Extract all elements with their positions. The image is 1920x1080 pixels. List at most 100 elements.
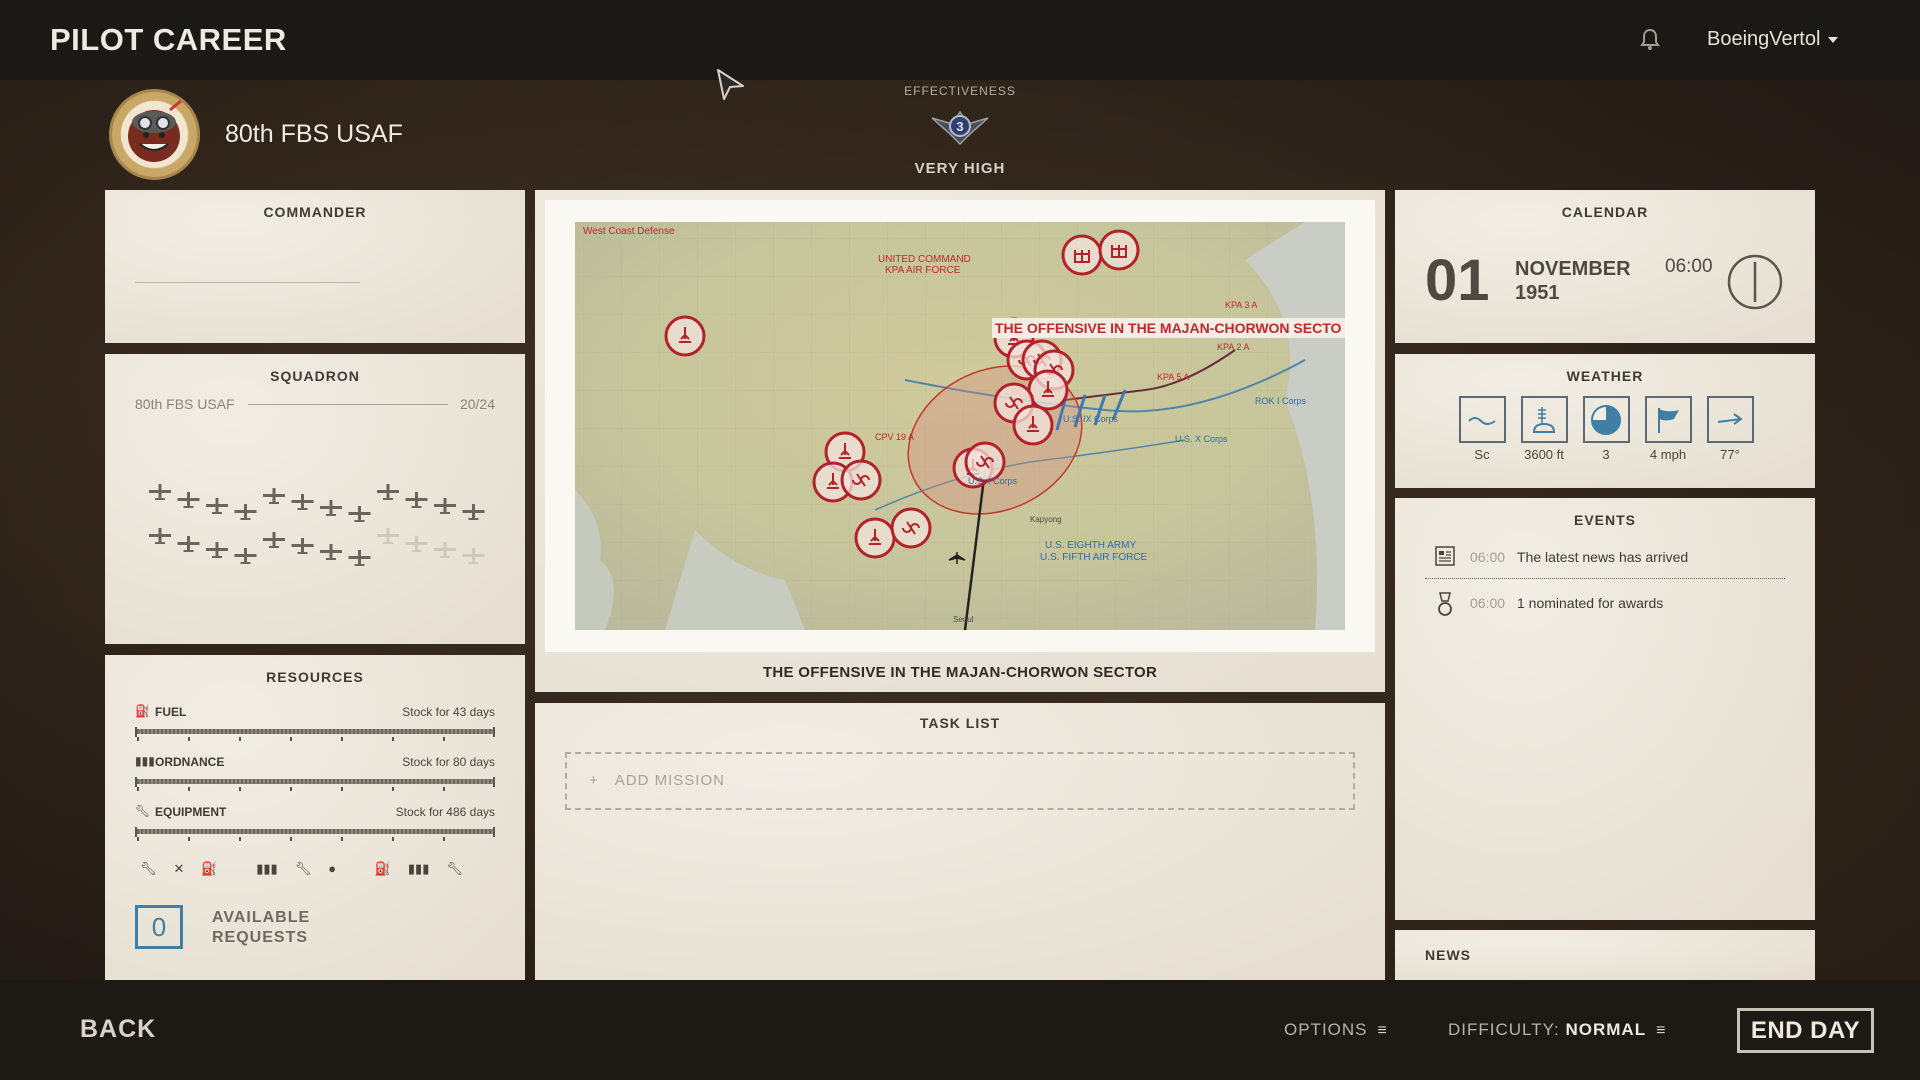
aircraft-available-icon[interactable]: [291, 538, 314, 554]
fuel-icon[interactable]: ⛽: [201, 861, 217, 876]
target-marker-icon[interactable]: [890, 507, 932, 549]
resources-title: RESOURCES: [266, 669, 364, 685]
end-day-button[interactable]: END DAY: [1737, 1008, 1874, 1053]
difficulty-value: NORMAL: [1565, 1020, 1647, 1039]
target-marker-icon[interactable]: [1012, 404, 1054, 446]
available-requests-label: AVAILABLE REQUESTS: [212, 909, 311, 946]
aircraft-available-icon[interactable]: [405, 492, 428, 508]
aircraft-available-icon[interactable]: [234, 504, 257, 520]
operation-title: THE OFFENSIVE IN THE MAJAN-CHORWON SECTO…: [762, 664, 1158, 681]
calendar-title: CALENDAR: [1561, 204, 1649, 220]
aircraft-unavailable-icon[interactable]: [434, 542, 456, 558]
aircraft-unavailable-icon[interactable]: [462, 548, 485, 564]
ordnance-icon[interactable]: ▮▮▮: [256, 861, 277, 876]
weather-cloud-base: 3600 ft: [1519, 396, 1569, 462]
weather-value: 77°: [1720, 447, 1740, 462]
event-time: 06:00: [1470, 549, 1506, 565]
squadron-emblem[interactable]: [109, 89, 200, 180]
menu-icon: ≡: [1377, 1022, 1388, 1039]
weather-value: Sc: [1474, 447, 1490, 462]
effectiveness-value: VERY HIGH: [914, 160, 1006, 177]
aircraft-unavailable-icon[interactable]: [405, 536, 428, 552]
wrench-icon[interactable]: 🔧︎: [140, 861, 157, 876]
map-label: U.S. I Corps: [968, 476, 1018, 486]
weather-value: 4 mph: [1649, 447, 1687, 462]
resource-stock: Stock for 80 days: [402, 755, 495, 769]
weather-cloud-cover: 3: [1581, 396, 1631, 462]
wind-direction-icon: [1706, 396, 1754, 443]
aircraft-available-icon[interactable]: [320, 544, 342, 560]
map-label: U.S. EIGHTH ARMY: [1045, 540, 1136, 551]
aircraft-available-icon[interactable]: [206, 542, 228, 558]
weather-value: 3600 ft: [1524, 447, 1564, 462]
effectiveness-rank-icon: 3: [930, 104, 990, 153]
aircraft-available-icon[interactable]: [149, 528, 171, 544]
weather-panel: WEATHER Sc 3600 ft 3 4 mph 77°: [1395, 354, 1815, 488]
squadron-panel[interactable]: SQUADRON 80th FBS USAF 20/24: [105, 354, 525, 644]
resource-label: ORDNANCE: [155, 755, 225, 769]
wrench-icon[interactable]: 🔧︎: [295, 861, 312, 876]
fuel-icon[interactable]: ⛽: [375, 861, 391, 876]
add-mission-label: ADD MISSION: [614, 772, 725, 789]
news-panel[interactable]: NEWS: [1395, 930, 1815, 980]
tools-icon[interactable]: ✕: [174, 861, 185, 876]
aircraft-unavailable-icon[interactable]: [377, 528, 399, 544]
unit-name: 80th FBS USAF: [225, 120, 403, 148]
ordnance-icon[interactable]: ▮▮▮: [408, 861, 429, 876]
target-marker-icon[interactable]: [1027, 369, 1069, 411]
task-list-title: TASK LIST: [919, 715, 1001, 731]
weather-cloud-type: Sc: [1457, 396, 1507, 462]
calendar-month: NOVEMBER: [1515, 258, 1631, 280]
resources-panel: RESOURCES ⛽ FUEL Stock for 43 days ▮▮▮ O…: [105, 655, 525, 980]
target-marker-icon[interactable]: [664, 315, 706, 357]
aircraft-available-icon[interactable]: [462, 504, 485, 520]
operation-map-panel[interactable]: THE OFFENSIVE IN THE MAJAN-CHORWON SECTO…: [535, 190, 1385, 692]
aircraft-grid: [149, 484, 485, 566]
event-item[interactable]: 06:00 1 nominated for awards: [1435, 590, 1775, 616]
map-label: Seoul: [953, 615, 974, 624]
user-menu[interactable]: BoeingVertol: [1707, 28, 1839, 51]
medal-icon: [1435, 592, 1455, 625]
aircraft-available-icon[interactable]: [149, 484, 171, 500]
available-requests-count[interactable]: 0: [135, 905, 183, 949]
notification-bell-icon[interactable]: [1638, 27, 1662, 58]
options-button[interactable]: OPTIONS ≡: [1284, 1020, 1388, 1040]
map-label: KPA AIR FORCE: [885, 265, 961, 276]
map-label: ROK I Corps: [1255, 396, 1307, 406]
aircraft-available-icon[interactable]: [263, 488, 285, 504]
aircraft-available-icon[interactable]: [348, 550, 371, 566]
target-marker-icon[interactable]: [1098, 229, 1140, 271]
squadron-divider: [248, 404, 448, 405]
target-marker-icon[interactable]: [840, 459, 882, 501]
map-label: UNITED COMMAND: [878, 254, 971, 265]
ordnance-bar: [135, 777, 495, 791]
aircraft-available-icon[interactable]: [263, 532, 285, 548]
aircraft-available-icon[interactable]: [434, 498, 456, 514]
difficulty-button[interactable]: DIFFICULTY: NORMAL ≡: [1448, 1020, 1666, 1040]
target-marker-icon[interactable]: [854, 517, 896, 559]
map-label: KPA 2 A: [1217, 342, 1249, 352]
supply-type-icons: 🔧︎ ✕ ⛽ ▮▮▮ 🔧︎ ● ⛽ ▮▮▮ 🔧︎: [140, 861, 480, 877]
operation-map[interactable]: THE OFFENSIVE IN THE MAJAN-CHORWON SECTO…: [545, 200, 1375, 652]
aircraft-available-icon[interactable]: [234, 548, 257, 564]
events-title: EVENTS: [1573, 512, 1636, 528]
aircraft-available-icon[interactable]: [177, 492, 200, 508]
back-button[interactable]: BACK: [80, 1015, 156, 1044]
aircraft-available-icon[interactable]: [177, 536, 200, 552]
wrench-icon[interactable]: 🔧︎: [446, 861, 463, 876]
weather-wind-speed: 4 mph: [1643, 396, 1693, 462]
event-item[interactable]: 06:00 The latest news has arrived: [1435, 544, 1775, 570]
menu-icon: ≡: [1656, 1022, 1667, 1039]
cloud-type-icon: [1458, 396, 1506, 443]
target-marker-icon[interactable]: [1061, 234, 1103, 276]
aircraft-available-icon[interactable]: [320, 500, 342, 516]
aircraft-available-icon[interactable]: [206, 498, 228, 514]
resource-stock: Stock for 486 days: [395, 805, 495, 819]
add-mission-button[interactable]: + ADD MISSION: [565, 752, 1355, 810]
equipment-bar-fill: [137, 829, 493, 834]
personnel-icon[interactable]: ●: [328, 861, 336, 876]
cloud-base-icon: [1520, 396, 1568, 443]
aircraft-available-icon[interactable]: [377, 484, 399, 500]
aircraft-available-icon[interactable]: [291, 494, 314, 510]
aircraft-available-icon[interactable]: [348, 506, 371, 522]
